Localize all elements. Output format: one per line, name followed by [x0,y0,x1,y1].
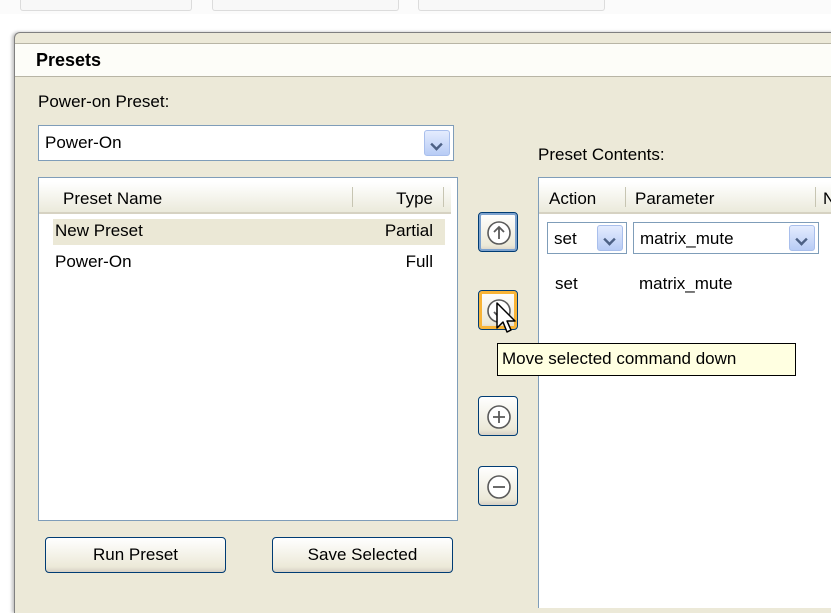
parameter-value: matrix_mute [640,229,734,248]
tab-placeholder[interactable] [418,0,605,11]
power-on-preset-label: Power-on Preset: [38,92,170,111]
preset-contents-grid[interactable]: Action Parameter N set matrix_mute set m… [538,177,831,608]
move-up-icon [487,221,511,245]
mouse-cursor-icon [496,302,516,333]
chevron-down-icon[interactable] [424,130,450,156]
column-divider[interactable] [815,187,816,207]
column-divider[interactable] [352,187,353,207]
preset-name: New Preset [55,221,143,240]
add-icon [487,405,511,429]
preset-row-new-preset[interactable]: New Preset Partial [53,219,445,245]
tooltip: Move selected command down [497,343,796,376]
save-selected-button[interactable]: Save Selected [272,537,453,573]
action-value: set [554,229,577,248]
run-preset-button[interactable]: Run Preset [45,537,226,573]
preset-contents-label: Preset Contents: [538,145,665,164]
preset-contents-header: Action Parameter N [539,182,831,214]
command-action: set [555,274,578,293]
column-divider[interactable] [443,187,444,207]
power-on-preset-select[interactable]: Power-On [38,125,454,161]
chevron-down-icon[interactable] [597,225,623,251]
top-tab-strip [0,0,831,14]
move-up-button[interactable] [478,212,518,252]
add-command-button[interactable] [478,396,518,436]
remove-icon [487,475,511,499]
panel-title: Presets [36,50,102,70]
column-divider[interactable] [625,187,626,207]
tab-placeholder[interactable] [20,0,192,11]
column-header-action[interactable]: Action [549,189,596,209]
power-on-preset-value: Power-On [45,133,122,152]
preset-type: Full [405,252,433,271]
action-select[interactable]: set [547,222,627,254]
command-parameter: matrix_mute [639,274,733,293]
remove-command-button[interactable] [478,466,518,506]
preset-type: Partial [384,221,433,240]
panel-header: Presets [15,43,831,77]
column-header-parameter[interactable]: Parameter [635,189,714,209]
column-header-preset-name[interactable]: Preset Name [63,189,162,209]
parameter-select[interactable]: matrix_mute [633,222,819,254]
chevron-down-icon[interactable] [789,225,815,251]
column-header-type[interactable]: Type [396,189,433,209]
preset-row-power-on[interactable]: Power-On Full [53,250,445,276]
column-header-n[interactable]: N [823,189,831,209]
preset-list[interactable]: Preset Name Type New Preset Partial Powe… [38,177,458,521]
preset-list-header: Preset Name Type [39,182,451,214]
tab-placeholder[interactable] [212,0,399,11]
preset-name: Power-On [55,252,132,271]
